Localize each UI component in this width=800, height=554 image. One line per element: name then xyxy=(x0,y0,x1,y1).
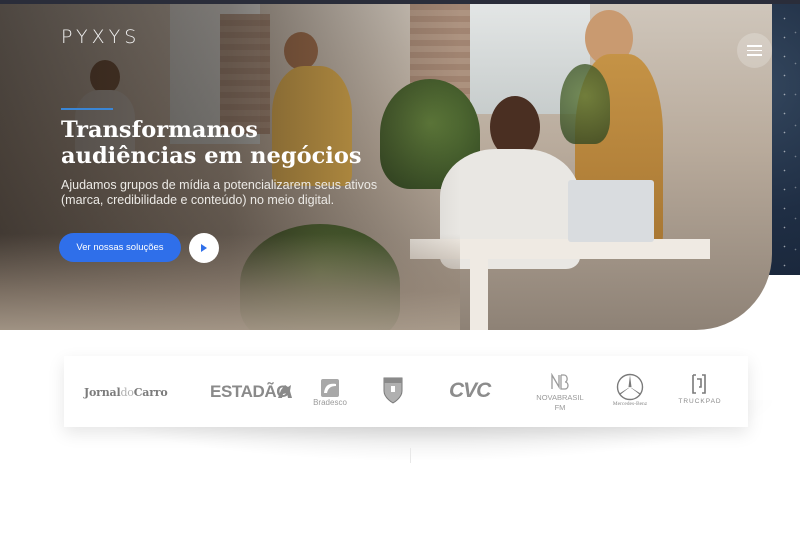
mercedes-star-icon xyxy=(616,373,644,401)
hero-subtitle: Ajudamos grupos de mídia a potencializar… xyxy=(61,178,381,208)
headline-line-2: audiências em negócios xyxy=(61,143,362,169)
truckpad-icon xyxy=(692,374,706,394)
novabrasil-icon xyxy=(551,373,569,390)
play-video-button[interactable] xyxy=(189,233,219,263)
see-solutions-button[interactable]: Ver nossas soluções xyxy=(59,233,181,262)
novabrasil-fm-logo: NOVABRASIL FM xyxy=(536,393,584,412)
jornal-do-carro-logo: JornaldoCarro xyxy=(84,386,168,399)
hero-section: PYXYS Transformamos audiências em negóci… xyxy=(0,4,800,330)
headline-accent-line xyxy=(61,108,113,110)
truckpad-logo: TRUCKPAD xyxy=(678,398,722,405)
bradesco-logo: Bradesco xyxy=(313,398,347,407)
hamburger-icon xyxy=(747,45,762,47)
cvc-logo: CVC xyxy=(449,379,491,402)
headline-line-1: Transformamos xyxy=(61,117,258,143)
pyxys-logo[interactable]: PYXYS xyxy=(61,26,140,48)
mercedes-benz-logo: Mercedes-Benz xyxy=(612,401,648,407)
play-icon xyxy=(201,244,207,252)
subtitle-line-1: Ajudamos grupos de mídia a potencializar… xyxy=(61,178,378,192)
hero-headline: Transformamos audiências em negócios xyxy=(61,117,381,169)
porsche-crest-icon xyxy=(383,377,403,404)
section-divider xyxy=(410,448,411,463)
bradesco-icon xyxy=(321,379,339,397)
top-bar xyxy=(0,0,800,4)
estadao-horse-icon xyxy=(278,385,292,398)
subtitle-line-2: (marca, credibilidade e conteúdo) no mei… xyxy=(61,193,335,207)
hamburger-menu-button[interactable] xyxy=(737,33,772,68)
